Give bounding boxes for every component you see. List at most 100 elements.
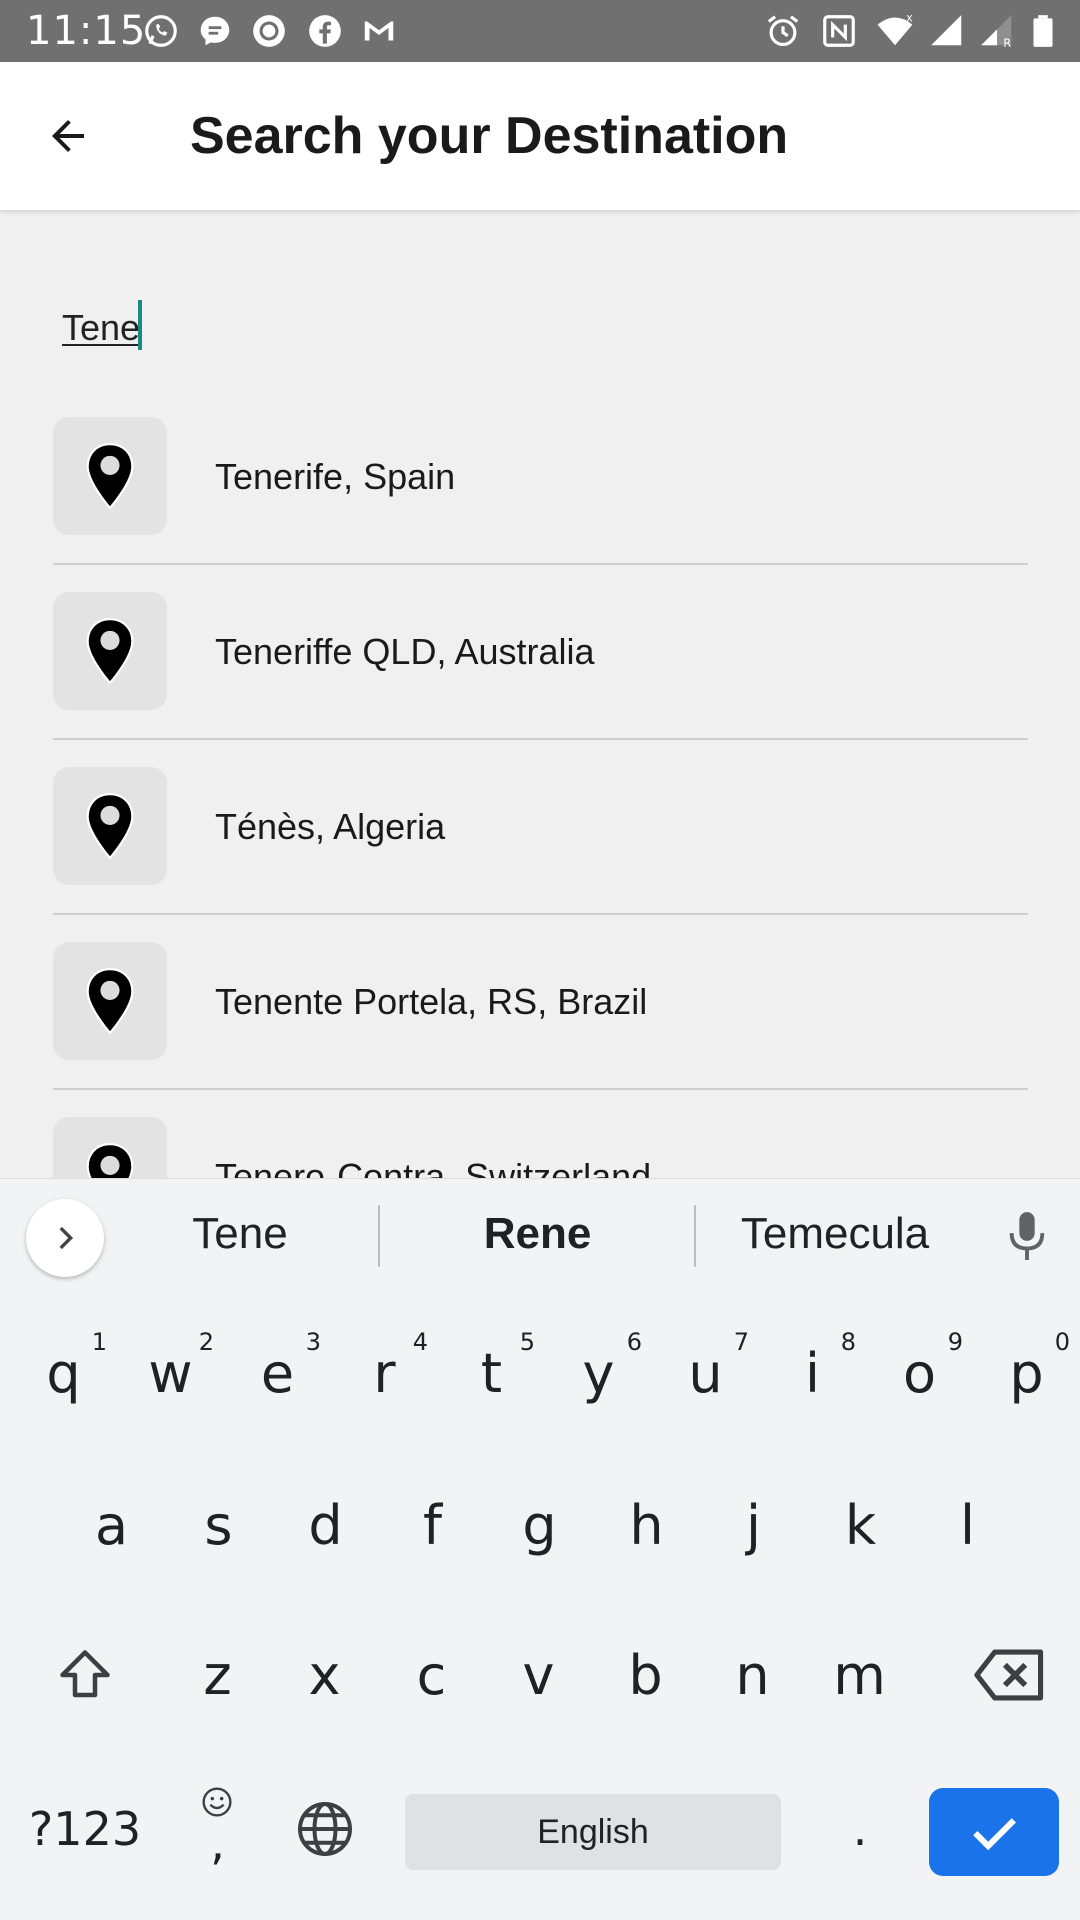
result-item-tenerife[interactable]: Tenerife, Spain	[0, 400, 1080, 575]
key-label: y	[582, 1341, 615, 1405]
key-label: n	[735, 1643, 770, 1707]
key-s[interactable]: s	[165, 1470, 272, 1580]
key-label: o	[902, 1341, 937, 1405]
result-divider	[53, 1088, 1028, 1090]
result-item-tenero-contra[interactable]: Tenero-Contra, Switzerland	[0, 1100, 1080, 1178]
nfc-icon	[823, 15, 855, 47]
period-key[interactable]: .	[815, 1774, 905, 1884]
key-hint: 7	[733, 1328, 749, 1356]
key-hint: 4	[412, 1328, 428, 1356]
key-hint: 0	[1054, 1328, 1070, 1356]
key-label: q	[46, 1341, 81, 1405]
key-a[interactable]: a	[58, 1470, 165, 1580]
key-l[interactable]: l	[914, 1470, 1021, 1580]
signal-roaming-icon: R	[981, 15, 1011, 50]
key-h[interactable]: h	[593, 1470, 700, 1580]
battery-icon	[1033, 15, 1053, 47]
result-label: Tenerife, Spain	[215, 456, 456, 497]
key-d[interactable]: d	[272, 1470, 379, 1580]
space-key[interactable]: English	[405, 1794, 781, 1870]
key-label: j	[745, 1493, 761, 1557]
key-r[interactable]: r4	[331, 1318, 438, 1428]
suggestion-1[interactable]: Tene	[130, 1209, 350, 1259]
arrow-back-icon	[52, 120, 84, 152]
facebook-icon	[309, 15, 341, 47]
result-divider	[53, 913, 1028, 915]
done-key[interactable]	[929, 1788, 1059, 1876]
key-i[interactable]: i8	[759, 1318, 866, 1428]
result-pin-box	[53, 592, 167, 710]
result-item-tenes[interactable]: Ténès, Algeria	[0, 750, 1080, 925]
key-f[interactable]: f	[379, 1470, 486, 1580]
key-x[interactable]: x	[271, 1620, 378, 1730]
result-label: Tenente Portela, RS, Brazil	[215, 981, 648, 1022]
key-k[interactable]: k	[807, 1470, 914, 1580]
backspace-icon	[974, 1649, 1044, 1701]
key-label: s	[204, 1493, 233, 1557]
key-label: z	[203, 1643, 232, 1707]
search-input[interactable]: Tene	[62, 300, 143, 354]
whatsapp-icon	[145, 15, 177, 47]
key-label: f	[422, 1493, 442, 1557]
suggestion-divider	[694, 1205, 696, 1267]
key-y[interactable]: y6	[545, 1318, 652, 1428]
key-label: b	[628, 1643, 663, 1707]
chevron-right-icon	[59, 1226, 74, 1250]
key-g[interactable]: g	[486, 1470, 593, 1580]
location-pin-icon	[86, 618, 134, 685]
signal-icon	[931, 15, 962, 46]
symbols-key[interactable]: ?123	[10, 1774, 160, 1884]
suggestion-2[interactable]: Rene	[400, 1209, 675, 1259]
key-z[interactable]: z	[164, 1620, 271, 1730]
search-input-value[interactable]: Tene	[62, 307, 140, 348]
key-label: g	[522, 1493, 557, 1557]
key-c[interactable]: c	[378, 1620, 485, 1730]
key-e[interactable]: e3	[224, 1318, 331, 1428]
status-time: 11:15	[26, 8, 147, 54]
keyboard-suggestion-strip: Tene Rene Temecula	[0, 1178, 1080, 1294]
key-j[interactable]: j	[700, 1470, 807, 1580]
key-label: l	[959, 1493, 975, 1557]
result-item-tenente-portela[interactable]: Tenente Portela, RS, Brazil	[0, 925, 1080, 1100]
location-pin-icon	[86, 1143, 134, 1178]
result-item-teneriffe[interactable]: Teneriffe QLD, Australia	[0, 575, 1080, 750]
key-n[interactable]: n	[699, 1620, 806, 1730]
back-button[interactable]	[30, 98, 106, 174]
suggestion-expand-button[interactable]	[26, 1199, 104, 1277]
location-pin-icon	[86, 443, 134, 510]
comma-key[interactable]: ,	[170, 1774, 265, 1884]
key-q[interactable]: q1	[10, 1318, 117, 1428]
key-label: k	[844, 1493, 877, 1557]
status-bar: 11:15 x R	[0, 0, 1080, 62]
key-o[interactable]: o9	[866, 1318, 973, 1428]
key-t[interactable]: t5	[438, 1318, 545, 1428]
result-divider	[53, 738, 1028, 740]
key-w[interactable]: w2	[117, 1318, 224, 1428]
key-label: r	[373, 1341, 396, 1405]
app-bar: Search your Destination	[0, 62, 1080, 210]
key-hint: 2	[198, 1328, 214, 1356]
microphone-icon[interactable]	[1004, 1209, 1050, 1265]
check-icon	[973, 1818, 1016, 1851]
key-b[interactable]: b	[592, 1620, 699, 1730]
key-m[interactable]: m	[806, 1620, 913, 1730]
page-title: Search your Destination	[190, 107, 789, 165]
key-u[interactable]: u7	[652, 1318, 759, 1428]
key-label: t	[480, 1341, 503, 1405]
key-hint: 5	[519, 1328, 535, 1356]
text-cursor	[138, 300, 143, 350]
language-key[interactable]	[275, 1774, 375, 1884]
shift-key[interactable]	[0, 1620, 170, 1730]
backspace-key[interactable]	[940, 1620, 1080, 1730]
key-label: x	[308, 1643, 341, 1707]
key-p[interactable]: p0	[973, 1318, 1080, 1428]
wifi-icon: x	[877, 12, 913, 46]
key-label: c	[416, 1643, 447, 1707]
gmail-icon	[364, 21, 394, 41]
suggestion-3[interactable]: Temecula	[715, 1209, 955, 1259]
key-hint: 6	[626, 1328, 642, 1356]
results-list: Tenerife, Spain Teneriffe QLD, Australia…	[0, 400, 1080, 1178]
key-v[interactable]: v	[485, 1620, 592, 1730]
key-hint: 3	[305, 1328, 321, 1356]
key-label: u	[688, 1341, 723, 1405]
